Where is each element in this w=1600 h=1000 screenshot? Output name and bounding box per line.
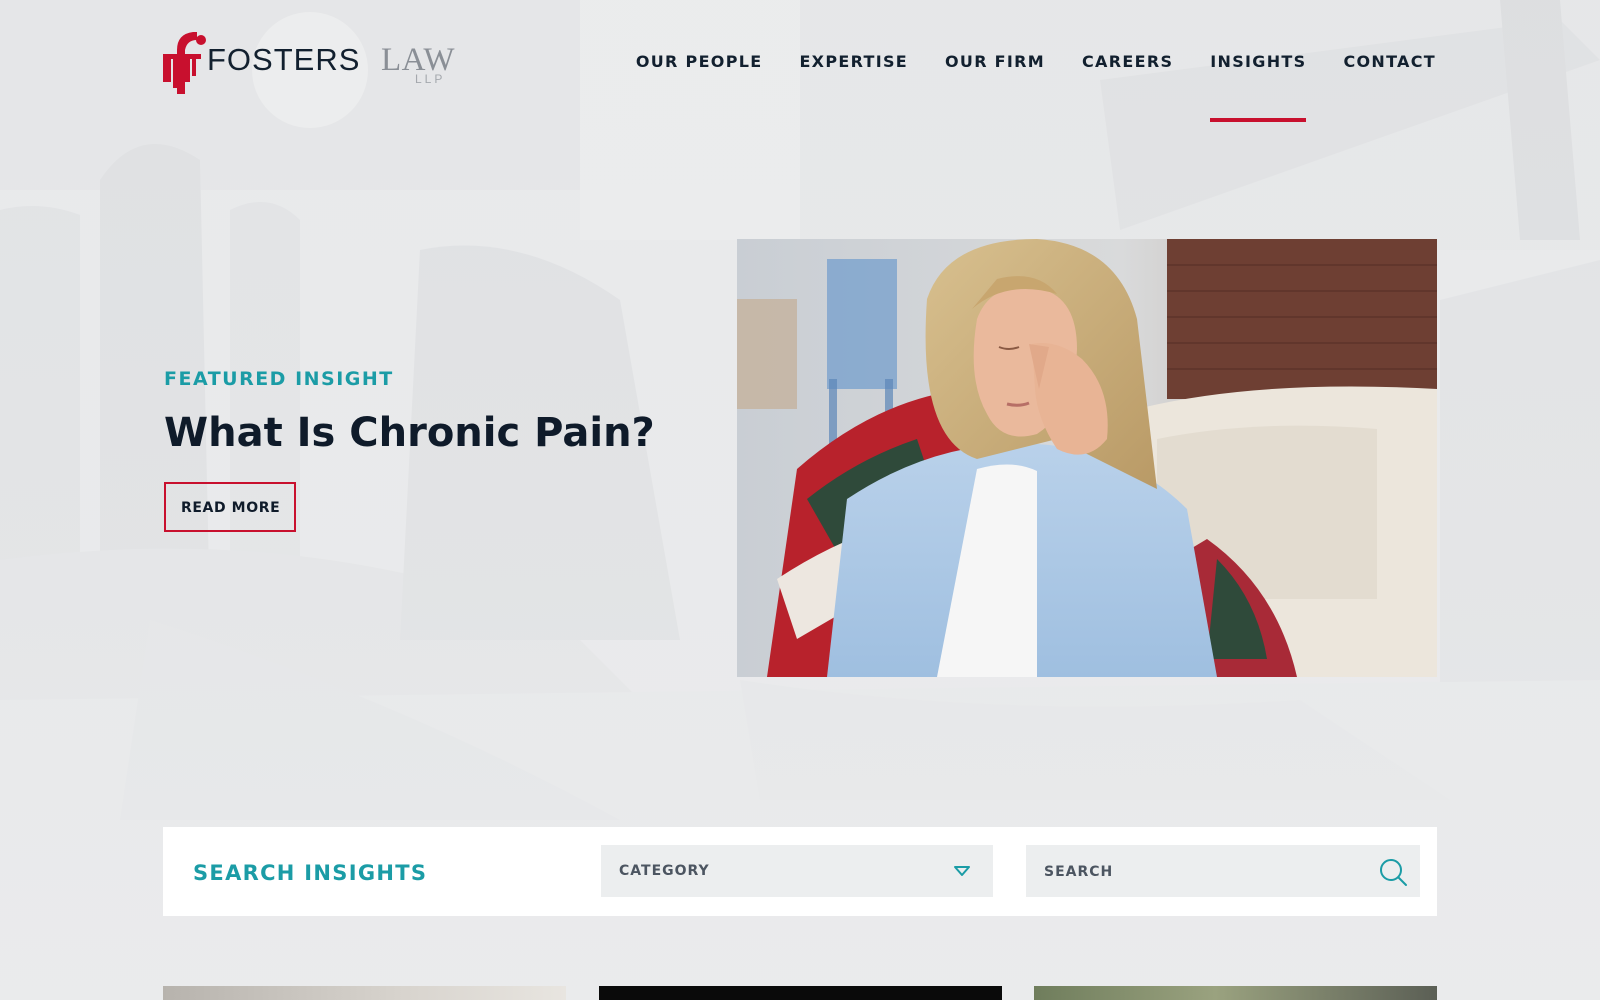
nav-item-insights[interactable]: INSIGHTS: [1210, 52, 1307, 122]
featured-insight: FEATURED INSIGHT What Is Chronic Pain? R…: [164, 368, 655, 532]
featured-photo: [737, 239, 1437, 677]
search-insights-bar: SEARCH INSIGHTS CATEGORY: [163, 827, 1437, 916]
search-input[interactable]: [1026, 845, 1366, 897]
search-insights-title: SEARCH INSIGHTS: [193, 861, 428, 885]
insight-card-thumbnail[interactable]: [163, 986, 566, 1000]
logo-name-primary: FOSTERS: [207, 42, 361, 77]
category-label: CATEGORY: [619, 863, 710, 879]
site-header: FOSTERS LAW LLP OUR PEOPLE EXPERTISE OUR…: [0, 0, 1600, 130]
featured-eyebrow: FEATURED INSIGHT: [164, 368, 394, 390]
nav-item-our-people[interactable]: OUR PEOPLE: [636, 52, 763, 71]
nav-item-expertise[interactable]: EXPERTISE: [799, 52, 908, 71]
insight-card-thumbnail[interactable]: [599, 986, 1002, 1000]
read-more-button[interactable]: READ MORE: [164, 482, 297, 532]
category-select[interactable]: CATEGORY: [601, 845, 993, 897]
nav-item-contact[interactable]: CONTACT: [1343, 52, 1436, 71]
insight-card-thumbnail[interactable]: [1034, 986, 1437, 1000]
logo-suffix: LLP: [415, 72, 446, 86]
search-icon[interactable]: [1378, 857, 1408, 887]
featured-image[interactable]: [737, 239, 1437, 677]
nav-item-careers[interactable]: CAREERS: [1082, 52, 1173, 71]
main-nav: OUR PEOPLE EXPERTISE OUR FIRM CAREERS IN…: [636, 52, 1436, 122]
chevron-down-icon: [954, 866, 970, 876]
featured-title[interactable]: What Is Chronic Pain?: [164, 410, 655, 456]
logo[interactable]: FOSTERS LAW LLP: [163, 28, 463, 98]
logo-f-icon: [163, 32, 206, 94]
search-field: [1026, 845, 1420, 897]
nav-item-our-firm[interactable]: OUR FIRM: [945, 52, 1045, 71]
